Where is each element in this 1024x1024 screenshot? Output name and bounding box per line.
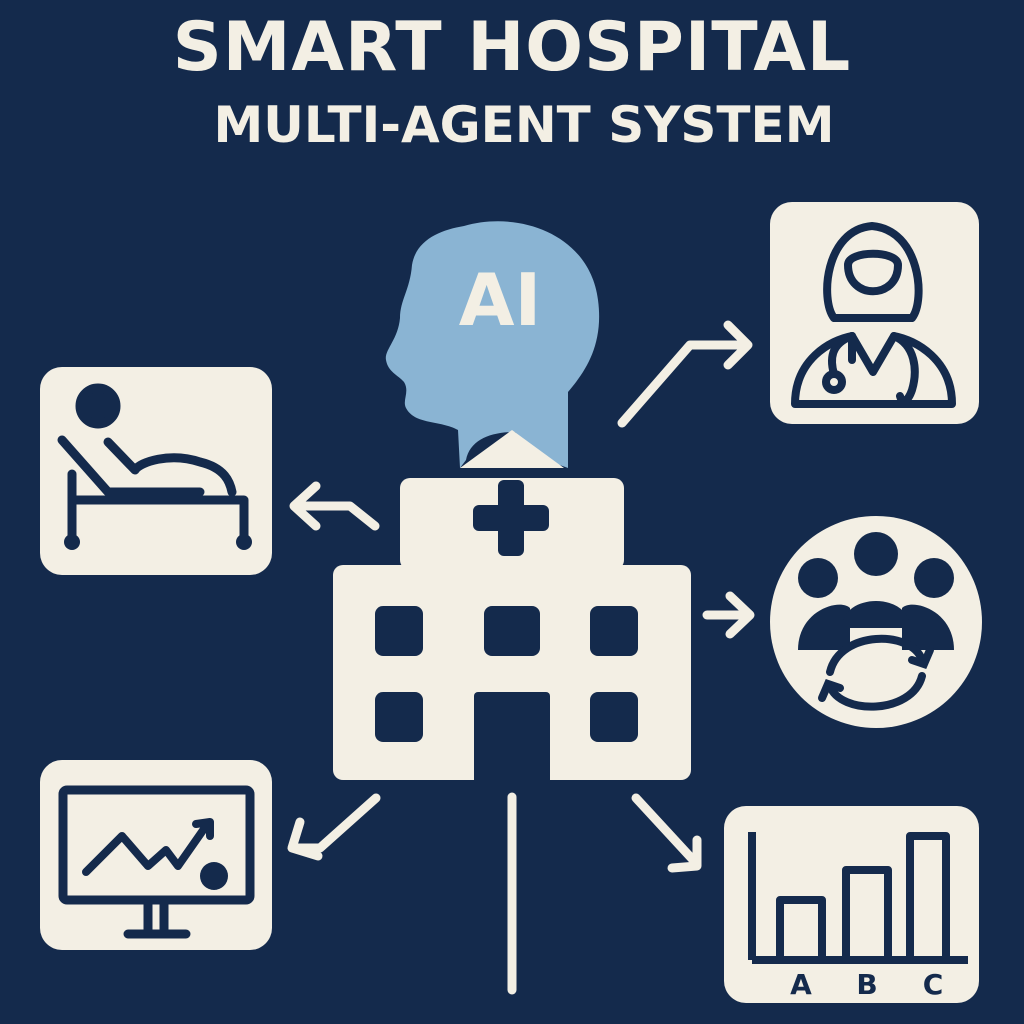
arrow-to-doctor [617,320,753,428]
team-collaboration-icon [770,516,982,728]
hospital-building-icon [333,430,691,784]
arrow-to-team [702,591,755,639]
vital-monitor-icon [40,760,272,950]
bar-label-b: B [856,968,878,1001]
patient-bed-icon [40,367,272,575]
bar-label-a: A [790,968,812,1001]
arrow-to-bar-chart [631,793,702,873]
diagram-canvas: SMART HOSPITAL MULTI-AGENT SYSTEM AI A B… [0,0,1024,1024]
ai-label: AI [458,258,542,342]
bar-label-c: C [922,968,944,1001]
arrow-to-monitor [287,793,381,861]
diagram-svg [40,202,982,1003]
arrow-to-patient-bed [289,481,380,531]
doctor-icon [770,202,979,424]
